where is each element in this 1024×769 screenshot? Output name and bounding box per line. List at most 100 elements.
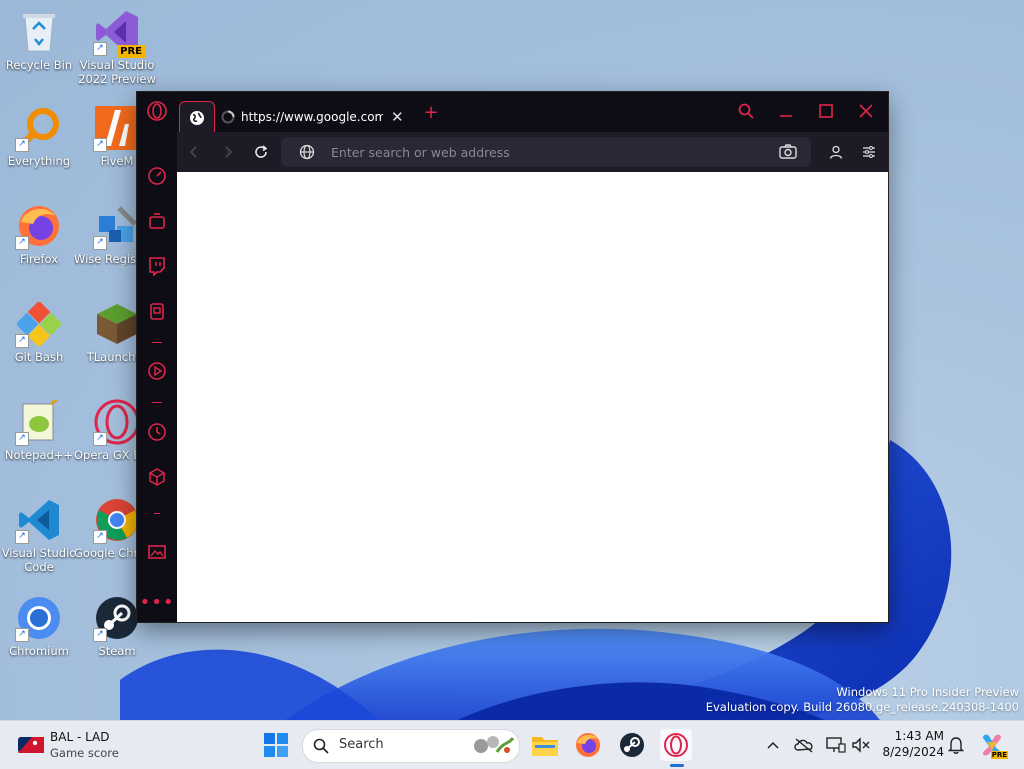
- gx-control-icon[interactable]: [146, 165, 168, 187]
- desktop-icon-label: Chromium: [9, 644, 69, 658]
- desktop-icon-label: Firefox: [19, 252, 59, 266]
- globe-icon: [299, 144, 315, 160]
- taskbar: BAL - LAD Game score Search 1:43 AM 8/29…: [0, 720, 1024, 769]
- easy-setup-button[interactable]: [858, 141, 880, 163]
- address-bar-row: [177, 132, 888, 172]
- more-options-icon[interactable]: •••: [140, 591, 174, 613]
- twitch-icon[interactable]: [146, 255, 168, 277]
- steam-icon: [620, 733, 644, 757]
- snapshot-camera-icon[interactable]: [779, 143, 797, 163]
- chrome-icon: ↗: [93, 496, 141, 544]
- pre-badge: PRE: [990, 751, 1008, 759]
- reload-button[interactable]: [250, 141, 272, 163]
- volume-muted-icon: [852, 737, 870, 753]
- start-button[interactable]: [260, 729, 292, 761]
- tlauncher-grass-block-icon: [93, 300, 141, 348]
- shortcut-arrow-icon: ↗: [15, 138, 29, 152]
- loading-spinner-icon: [221, 110, 235, 124]
- cloud-offline-icon: [794, 738, 813, 753]
- vscode-icon: ↗: [15, 496, 63, 544]
- close-icon: [859, 104, 873, 118]
- wallpaper-gallery-icon[interactable]: [146, 541, 168, 563]
- opera-gx-icon: ↗: [93, 398, 141, 446]
- taskbar-firefox[interactable]: [572, 729, 604, 761]
- desktop-icon-chromium[interactable]: ↗ Chromium: [0, 594, 82, 658]
- desktop-icon-label: Steam: [98, 644, 136, 658]
- shortcut-arrow-icon: ↗: [15, 628, 29, 642]
- tab-google-search[interactable]: https://www.google.com/search ✕: [221, 104, 411, 130]
- desktop-icon-notepadpp[interactable]: ↗ Notepad++: [0, 398, 82, 462]
- desktop-icon-visual-studio-preview[interactable]: PRE ↗ Visual Studio 2022 Preview: [74, 8, 160, 86]
- clock-time: 1:43 AM: [894, 729, 944, 743]
- network-tray-button[interactable]: [826, 735, 846, 755]
- clock-date: 8/29/2024: [882, 745, 944, 759]
- address-input[interactable]: [331, 141, 731, 163]
- shortcut-arrow-icon: ↗: [93, 236, 107, 250]
- tab-speed-dial[interactable]: [179, 101, 215, 133]
- reload-icon: [255, 145, 268, 158]
- extensions-cube-icon[interactable]: [146, 466, 168, 488]
- bell-icon: [948, 737, 964, 754]
- fivem-icon: ↗: [93, 104, 141, 152]
- maximize-button[interactable]: [811, 100, 841, 122]
- shortcut-arrow-icon: ↗: [15, 334, 29, 348]
- new-tab-button[interactable]: +: [421, 103, 441, 123]
- close-tab-icon[interactable]: ✕: [391, 108, 404, 126]
- tab-title: https://www.google.com/search: [241, 110, 383, 124]
- desktop-icon-git-bash[interactable]: ↗ Git Bash: [0, 300, 82, 364]
- maximize-icon: [819, 104, 833, 118]
- taskbar-search[interactable]: Search: [302, 729, 520, 763]
- account-button[interactable]: [825, 141, 847, 163]
- shortcut-arrow-icon: ↗: [15, 432, 29, 446]
- desktop-icon-label: Everything: [7, 154, 71, 168]
- copilot-button[interactable]: PRE: [976, 729, 1008, 761]
- show-hidden-icons-button[interactable]: [763, 735, 783, 755]
- taskbar-file-explorer[interactable]: [529, 729, 561, 761]
- desktop-icon-label: Notepad++: [4, 448, 74, 462]
- desktop-icon-recycle-bin[interactable]: Recycle Bin: [0, 8, 82, 72]
- opera-menu-icon[interactable]: [146, 100, 168, 122]
- notifications-button[interactable]: [946, 735, 966, 755]
- taskbar-opera-gx[interactable]: [660, 729, 692, 767]
- desktop-icon-label: Git Bash: [14, 350, 64, 364]
- search-tabs-button[interactable]: [731, 100, 761, 122]
- browser-sidebar: •••: [137, 92, 177, 622]
- shortcut-arrow-icon: ↗: [15, 530, 29, 544]
- gx-corner-icon[interactable]: [146, 210, 168, 232]
- recycle-bin-icon: [15, 8, 63, 56]
- forward-arrow-icon: [225, 146, 233, 158]
- clock-button[interactable]: 1:43 AM 8/29/2024: [880, 727, 944, 763]
- steam-icon: ↗: [93, 594, 141, 642]
- folder-icon: [532, 737, 558, 756]
- sidebar-separator: [152, 402, 162, 403]
- minimize-button[interactable]: [771, 100, 801, 122]
- player-icon[interactable]: [146, 360, 168, 382]
- forward-button[interactable]: [217, 141, 239, 163]
- taskbar-steam[interactable]: [616, 729, 648, 761]
- desktop-icon-vscode[interactable]: ↗ Visual Studio Code: [0, 496, 82, 574]
- history-clock-icon[interactable]: [146, 421, 168, 443]
- desktop-icon-everything[interactable]: ↗ Everything: [0, 104, 82, 168]
- minimize-icon: [780, 115, 792, 117]
- network-icon: [826, 737, 846, 753]
- page-content[interactable]: [177, 172, 888, 622]
- widget-title: BAL - LAD: [50, 730, 110, 744]
- widget-subtitle: Game score: [50, 746, 119, 760]
- visual-studio-icon: PRE ↗: [93, 8, 145, 58]
- opera-gx-window: ••• https://www.google.com/search ✕ +: [137, 92, 888, 622]
- shortcut-arrow-icon: ↗: [15, 236, 29, 250]
- close-window-button[interactable]: [851, 100, 881, 122]
- windows-watermark: Windows 11 Pro Insider Preview Evaluatio…: [706, 685, 1019, 715]
- widgets-button[interactable]: BAL - LAD Game score: [16, 729, 156, 761]
- git-bash-icon: ↗: [15, 300, 63, 348]
- shortcut-arrow-icon: ↗: [93, 530, 107, 544]
- user-icon: [829, 145, 843, 159]
- search-placeholder: Search: [339, 737, 384, 752]
- volume-tray-button[interactable]: [851, 735, 871, 755]
- desktop-icon-firefox[interactable]: ↗ Firefox: [0, 202, 82, 266]
- onedrive-tray-button[interactable]: [794, 735, 814, 755]
- chromium-icon: ↗: [15, 594, 63, 642]
- settings-sliders-icon: [863, 146, 875, 158]
- messenger-icon[interactable]: [146, 300, 168, 322]
- back-button[interactable]: [183, 141, 205, 163]
